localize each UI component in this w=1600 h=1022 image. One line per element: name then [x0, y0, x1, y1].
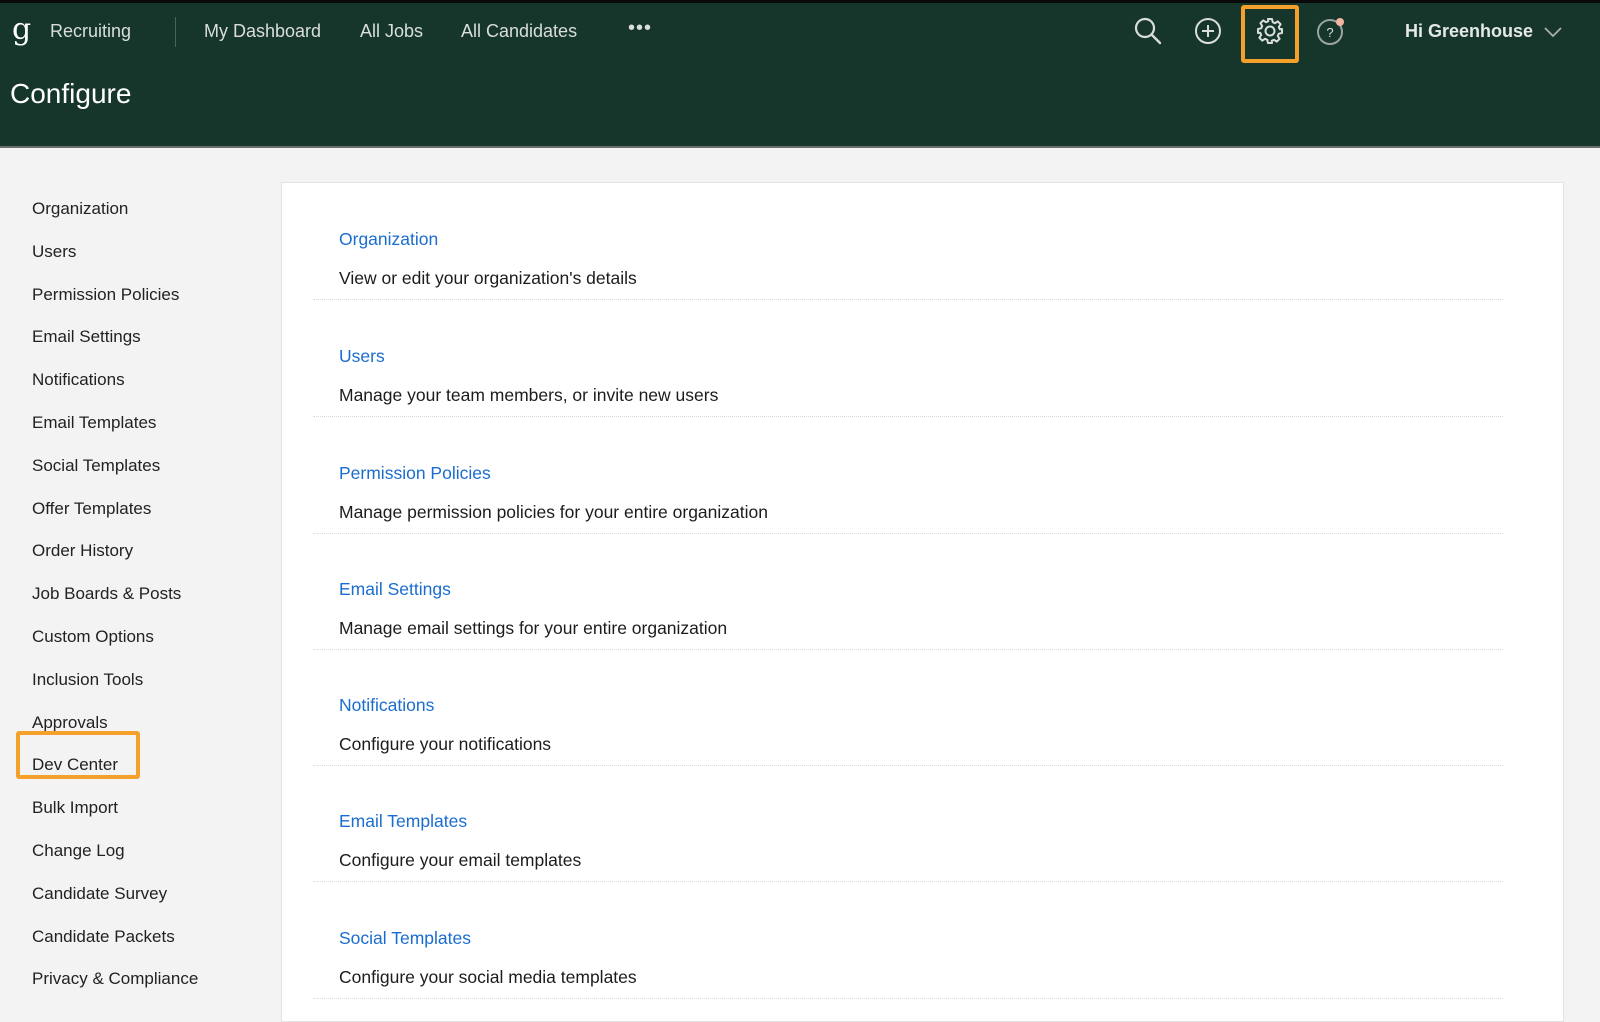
sidebar-item-change-log[interactable]: Change Log — [32, 838, 198, 881]
section-desc: Configure your social media templates — [339, 967, 637, 987]
help-icon: ? — [1317, 18, 1344, 45]
sidebar-item-offer-templates[interactable]: Offer Templates — [32, 496, 198, 539]
section-desc: Manage permission policies for your enti… — [339, 502, 768, 522]
section-email-templates: Email Templates Configure your email tem… — [313, 765, 1503, 882]
section-title-social-templates[interactable]: Social Templates — [339, 928, 471, 949]
section-title-users[interactable]: Users — [339, 346, 385, 367]
search-button[interactable] — [1130, 13, 1166, 49]
top-nav: g Recruiting My Dashboard All Jobs All C… — [0, 3, 1600, 63]
nav-all-candidates[interactable]: All Candidates — [461, 21, 577, 42]
section-notifications: Notifications Configure your notificatio… — [313, 649, 1503, 766]
section-desc: Configure your notifications — [339, 734, 552, 754]
sidebar-item-custom-options[interactable]: Custom Options — [32, 624, 198, 667]
section-desc: Manage email settings for your entire or… — [339, 618, 728, 638]
search-icon — [1134, 17, 1162, 45]
chevron-down-icon — [1544, 26, 1562, 37]
more-menu-button[interactable]: ••• — [628, 17, 652, 40]
svg-text:?: ? — [1326, 25, 1333, 40]
nav-all-jobs[interactable]: All Jobs — [360, 21, 423, 42]
section-desc: Configure your email templates — [339, 850, 582, 870]
sidebar-item-notifications[interactable]: Notifications — [32, 367, 198, 410]
section-permission-policies: Permission Policies Manage permission po… — [313, 417, 1503, 534]
sidebar-item-bulk-import[interactable]: Bulk Import — [32, 795, 198, 838]
section-title-email-settings[interactable]: Email Settings — [339, 579, 451, 600]
section-email-settings: Email Settings Manage email settings for… — [313, 533, 1503, 650]
sidebar-item-email-settings[interactable]: Email Settings — [32, 324, 198, 367]
section-organization: Organization View or edit your organizat… — [313, 183, 1503, 300]
user-greeting: Hi Greenhouse — [1405, 21, 1534, 41]
section-users: Users Manage your team members, or invit… — [313, 300, 1503, 417]
section-title-notifications[interactable]: Notifications — [339, 695, 434, 716]
section-title-email-templates[interactable]: Email Templates — [339, 811, 467, 832]
settings-highlight — [1241, 5, 1299, 63]
sidebar-item-order-history[interactable]: Order History — [32, 538, 198, 581]
product-name[interactable]: Recruiting — [50, 21, 131, 42]
sidebar-item-organization[interactable]: Organization — [32, 196, 198, 239]
sidebar-item-permission-policies[interactable]: Permission Policies — [32, 282, 198, 325]
greenhouse-logo-icon[interactable]: g — [12, 15, 34, 49]
sidebar-item-inclusion-tools[interactable]: Inclusion Tools — [32, 667, 198, 710]
sidebar-item-candidate-packets[interactable]: Candidate Packets — [32, 924, 198, 967]
top-header: g Recruiting My Dashboard All Jobs All C… — [0, 0, 1600, 148]
sidebar-item-social-templates[interactable]: Social Templates — [32, 453, 198, 496]
nav-my-dashboard[interactable]: My Dashboard — [204, 21, 321, 42]
section-desc: Manage your team members, or invite new … — [339, 385, 719, 405]
add-icon — [1195, 18, 1221, 44]
section-title-permission-policies[interactable]: Permission Policies — [339, 463, 491, 484]
dev-center-highlight — [16, 731, 140, 779]
sidebar-item-candidate-survey[interactable]: Candidate Survey — [32, 881, 198, 924]
sidebar-item-users[interactable]: Users — [32, 239, 198, 282]
sidebar: Organization Users Permission Policies E… — [32, 196, 198, 1009]
page-title: Configure — [10, 78, 132, 109]
section-desc: View or edit your organization's details — [339, 268, 637, 288]
section-social-templates: Social Templates Configure your social m… — [313, 882, 1503, 999]
nav-divider — [175, 17, 176, 47]
sidebar-item-email-templates[interactable]: Email Templates — [32, 410, 198, 453]
help-button[interactable]: ? — [1312, 13, 1348, 49]
add-button[interactable] — [1190, 13, 1226, 49]
user-menu[interactable]: Hi Greenhouse — [1405, 21, 1563, 42]
sidebar-item-privacy-compliance[interactable]: Privacy & Compliance — [32, 966, 198, 1009]
configure-panel: Organization View or edit your organizat… — [281, 182, 1564, 1022]
sidebar-item-job-boards-posts[interactable]: Job Boards & Posts — [32, 581, 198, 624]
section-title-organization[interactable]: Organization — [339, 229, 438, 250]
